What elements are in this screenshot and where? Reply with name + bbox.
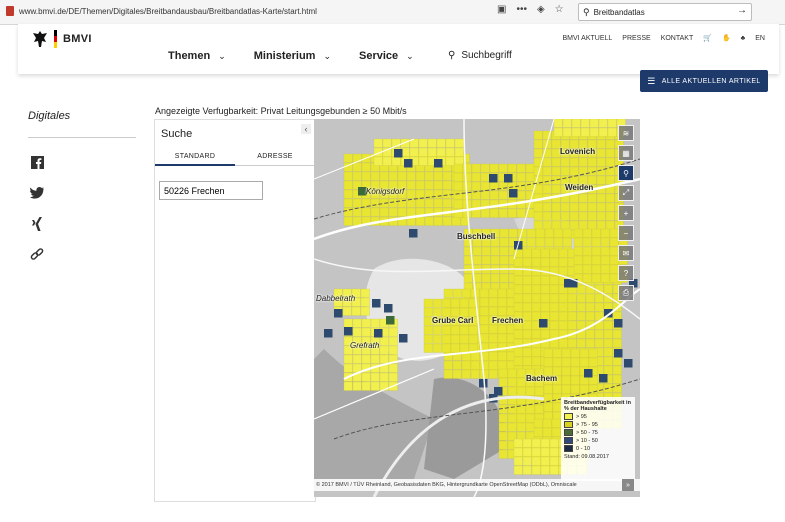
browser-toolbar: www.bmvi.de/DE/Themen/Digitales/Breitban… (0, 0, 785, 25)
pocket-icon[interactable]: ◈ (537, 4, 545, 15)
legend-row: > 75 - 95 (564, 421, 632, 428)
cart-icon[interactable]: 🛒 (703, 34, 712, 42)
flag-bar (54, 30, 57, 48)
collapse-chevron-icon[interactable]: ‹ (301, 124, 311, 134)
nav-service-label: Service (359, 50, 399, 62)
chevron-down-icon: ⌄ (323, 51, 332, 61)
legend-swatch (564, 429, 573, 436)
alle-artikel-label: ALLE AKTUELLEN ARTIKEL (661, 77, 761, 85)
search-icon: ⚲ (583, 6, 590, 17)
easy-language-icon[interactable]: ♣ (741, 35, 746, 42)
section-title: Digitales (28, 110, 71, 122)
lang-switch[interactable]: EN (755, 35, 765, 42)
logo-text: BMVI (63, 33, 92, 45)
attribution-text: © 2017 BMVI / TÜV Rheinland, Geobasisdat… (316, 482, 577, 488)
site-icon (6, 6, 14, 16)
availability-label: Angezeigte Verfugbarkeit: Privat Leitung… (155, 106, 407, 116)
place-label-grefrath: Grefrath (350, 341, 380, 350)
tab-standard[interactable]: STANDARD (155, 150, 235, 166)
zoom-out-icon[interactable]: − (618, 225, 634, 241)
xing-icon[interactable] (29, 216, 45, 232)
divider (28, 137, 136, 138)
top-link-presse[interactable]: PRESSE (622, 35, 650, 42)
eagle-icon (33, 31, 47, 47)
search-icon[interactable]: ⚲ (618, 165, 634, 181)
browser-search[interactable]: ⚲ Breitbandatlas → (578, 3, 752, 21)
legend-row: 0 - 10 (564, 445, 632, 452)
legend-title: Breitbandverfügbarkeit in % der Haushalt… (564, 400, 631, 412)
place-label-grube-carl: Grube Carl (432, 316, 474, 325)
zoom-in-icon[interactable]: + (618, 205, 634, 221)
legend-row: > 10 - 50 (564, 437, 632, 444)
facebook-icon[interactable] (29, 154, 45, 170)
alle-artikel-button[interactable]: ☰ ALLE AKTUELLEN ARTIKEL (640, 70, 768, 92)
more-icon[interactable]: ••• (516, 4, 527, 15)
legend-label: 0 - 10 (576, 445, 591, 452)
legend-label: > 75 - 95 (576, 421, 598, 428)
url-bar[interactable]: www.bmvi.de/DE/Themen/Digitales/Breitban… (6, 3, 486, 19)
logo[interactable]: BMVI (32, 30, 92, 48)
place-label-frechen: Frechen (492, 316, 524, 325)
top-link-aktuell[interactable]: BMVI AKTUELL (562, 35, 612, 42)
panel-title: Suche (161, 128, 193, 140)
legend-swatch (564, 445, 573, 452)
legend-stand: Stand: 09.08.2017 (564, 454, 609, 460)
legend-row: > 95 (564, 413, 632, 420)
legend-label: > 10 - 50 (576, 437, 598, 444)
site-search-label: Suchbegriff (461, 50, 512, 61)
nav-themen-label: Themen (168, 50, 211, 62)
top-link-kontakt[interactable]: KONTAKT (661, 35, 694, 42)
place-label-dabbelrath: Dabbelrath (316, 294, 356, 303)
map-attribution: © 2017 BMVI / TÜV Rheinland, Geobasisdat… (314, 479, 640, 491)
site-header: BMVI BMVI AKTUELL PRESSE KONTAKT 🛒 ✋ ♣ E… (18, 24, 779, 74)
nav-ministerium[interactable]: Ministerium ⌄ (254, 50, 331, 62)
tab-adresse[interactable]: ADRESSE (235, 150, 315, 166)
broadband-map[interactable]: Lovenich Weiden Königsdorf Buschbell Dab… (314, 119, 640, 497)
place-label-bachem: Bachem (526, 374, 558, 383)
legend-row: > 50 - 75 (564, 429, 632, 436)
nav-service[interactable]: Service ⌄ (359, 50, 414, 62)
chevron-down-icon: ⌄ (218, 51, 226, 61)
star-icon[interactable]: ☆ (555, 4, 564, 15)
legend-label: > 95 (576, 413, 587, 420)
browser-search-text: Breitbandatlas (593, 7, 645, 17)
sign-language-icon[interactable]: ✋ (722, 34, 731, 42)
place-label-buschbell: Buschbell (457, 232, 496, 241)
map-legend: Breitbandverfügbarkeit in % der Haushalt… (561, 397, 635, 481)
place-label-koenigsdorf: Königsdorf (366, 187, 405, 196)
legend-swatch (564, 437, 573, 444)
expand-icon[interactable]: » (622, 479, 634, 491)
link-icon[interactable] (29, 247, 45, 263)
layers-icon[interactable]: ≋ (618, 125, 634, 141)
grid-icon[interactable]: ▦ (618, 145, 634, 161)
print-icon[interactable]: ⎙ (618, 285, 634, 301)
location-search-input[interactable] (159, 181, 263, 200)
search-panel: Suche ‹ STANDARD ADRESSE (154, 119, 316, 502)
reader-icon[interactable]: ▣ (497, 4, 506, 15)
legend-swatch (564, 413, 573, 420)
menu-icon: ☰ (647, 75, 656, 86)
fullscreen-icon[interactable]: ⤢ (618, 185, 634, 201)
twitter-icon[interactable] (29, 185, 45, 201)
legend-label: > 50 - 75 (576, 429, 598, 436)
help-icon[interactable]: ? (618, 265, 634, 281)
legend-swatch (564, 421, 573, 428)
url-text: www.bmvi.de/DE/Themen/Digitales/Breitban… (19, 6, 317, 16)
chevron-down-icon: ⌄ (406, 51, 414, 61)
mail-icon[interactable]: ✉ (618, 245, 634, 261)
go-arrow-icon[interactable]: → (737, 5, 747, 16)
search-icon: ⚲ (448, 50, 456, 61)
place-label-lovenich: Lovenich (560, 147, 596, 156)
nav-themen[interactable]: Themen ⌄ (168, 50, 226, 62)
place-label-weiden: Weiden (565, 183, 594, 192)
site-search[interactable]: ⚲ Suchbegriff (448, 50, 512, 61)
nav-ministerium-label: Ministerium (253, 50, 316, 62)
